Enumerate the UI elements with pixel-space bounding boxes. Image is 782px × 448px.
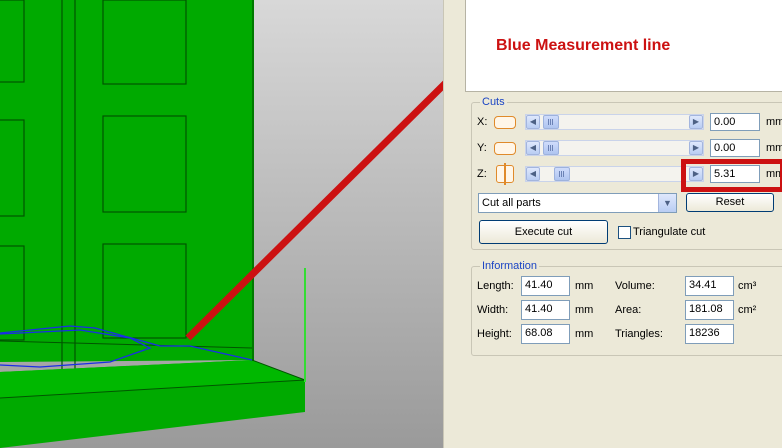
chevron-down-icon[interactable]: ▼ bbox=[658, 194, 676, 212]
x-unit: mm bbox=[766, 116, 782, 128]
z-value-highlight bbox=[681, 159, 782, 192]
annotation-label: Blue Measurement line bbox=[496, 37, 671, 54]
scroll-right-icon[interactable]: ▶ bbox=[689, 141, 703, 155]
x-slider-thumb[interactable] bbox=[543, 115, 559, 129]
triangles-value: 18236 bbox=[685, 324, 734, 344]
scroll-left-icon[interactable]: ◀ bbox=[526, 141, 540, 155]
area-value: 181.08 bbox=[685, 300, 734, 320]
height-label: Height: bbox=[477, 328, 512, 340]
cuts-group-title: Cuts bbox=[480, 96, 507, 108]
execute-cut-button[interactable]: Execute cut bbox=[479, 220, 608, 244]
triangulate-checkbox[interactable] bbox=[618, 226, 631, 239]
y-axis-label: Y: bbox=[477, 142, 487, 154]
width-label: Width: bbox=[477, 304, 509, 316]
volume-unit: cm³ bbox=[738, 280, 757, 292]
width-unit: mm bbox=[575, 304, 594, 316]
volume-value: 34.41 bbox=[685, 276, 734, 296]
triangles-label: Triangles: bbox=[615, 328, 663, 340]
cut-mode-selected: Cut all parts bbox=[482, 197, 541, 209]
scroll-right-icon[interactable]: ▶ bbox=[689, 115, 703, 129]
3d-viewport[interactable] bbox=[0, 0, 443, 448]
length-label: Length: bbox=[477, 280, 514, 292]
y-unit: mm bbox=[766, 142, 782, 154]
scroll-left-icon[interactable]: ◀ bbox=[526, 115, 540, 129]
area-unit: cm² bbox=[738, 304, 757, 316]
length-value: 41.40 bbox=[521, 276, 570, 296]
volume-label: Volume: bbox=[615, 280, 655, 292]
properties-panel: Cuts X: ◀ ▶ 0.00 mm Y: ◀ ▶ 0.00 mm Z: ◀ … bbox=[465, 0, 782, 448]
z-slider-thumb[interactable] bbox=[554, 167, 570, 181]
height-value: 68.08 bbox=[521, 324, 570, 344]
length-unit: mm bbox=[575, 280, 594, 292]
area-label: Area: bbox=[615, 304, 642, 316]
z-cut-slider[interactable]: ◀ ▶ bbox=[525, 166, 704, 182]
y-cut-slider[interactable]: ◀ ▶ bbox=[525, 140, 704, 156]
x-cut-slider[interactable]: ◀ ▶ bbox=[525, 114, 704, 130]
z-axis-label: Z: bbox=[477, 168, 487, 180]
reset-button[interactable]: Reset bbox=[686, 193, 774, 212]
x-axis-label: X: bbox=[477, 116, 488, 128]
panel-splitter[interactable] bbox=[443, 0, 465, 448]
width-value: 41.40 bbox=[521, 300, 570, 320]
y-plane-icon[interactable] bbox=[494, 142, 516, 155]
cut-mode-select[interactable]: Cut all parts ▼ bbox=[478, 193, 677, 213]
information-group-title: Information bbox=[480, 260, 540, 272]
x-cut-value[interactable]: 0.00 bbox=[710, 113, 760, 131]
x-plane-icon[interactable] bbox=[494, 116, 516, 129]
model-render bbox=[0, 0, 443, 448]
y-slider-thumb[interactable] bbox=[543, 141, 559, 155]
y-cut-value[interactable]: 0.00 bbox=[710, 139, 760, 157]
scroll-left-icon[interactable]: ◀ bbox=[526, 167, 540, 181]
height-unit: mm bbox=[575, 328, 594, 340]
z-plane-icon[interactable] bbox=[496, 163, 514, 185]
triangulate-label: Triangulate cut bbox=[633, 226, 706, 238]
